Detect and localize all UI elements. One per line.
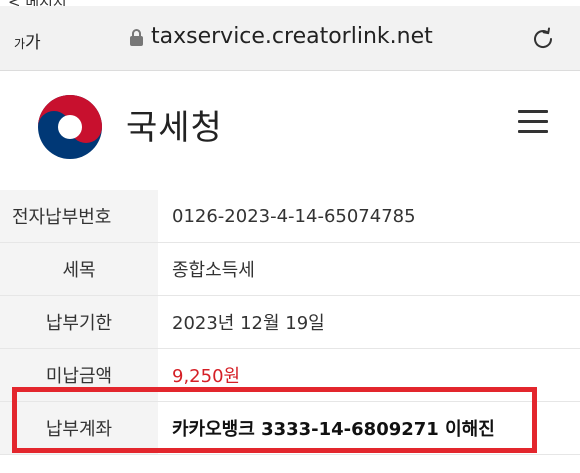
- highlight-box: [12, 387, 537, 453]
- url-field[interactable]: taxservice.creatorlink.net: [130, 24, 433, 49]
- site-header: 국세청: [0, 72, 580, 182]
- taegeuk-logo[interactable]: [36, 93, 104, 161]
- text-size-small: 가: [14, 37, 26, 51]
- browser-address-bar: 가가 taxservice.creatorlink.net: [0, 6, 580, 71]
- hamburger-menu-icon[interactable]: [518, 110, 548, 134]
- url-text: taxservice.creatorlink.net: [151, 24, 433, 49]
- row-value: 0126-2023-4-14-65074785: [172, 205, 416, 227]
- table-row: 전자납부번호 0126-2023-4-14-65074785: [0, 190, 580, 243]
- table-row: 납부기한 2023년 12월 19일: [0, 296, 580, 349]
- text-size-large: 가: [25, 33, 41, 53]
- org-name[interactable]: 국세청: [126, 100, 223, 149]
- table-row: 세목 종합소득세: [0, 243, 580, 296]
- lock-icon: [130, 28, 143, 46]
- text-size-button[interactable]: 가가: [14, 28, 41, 53]
- row-label: 전자납부번호: [0, 190, 158, 242]
- reload-icon[interactable]: [530, 26, 556, 52]
- row-label: 납부기한: [0, 296, 158, 348]
- row-label: 세목: [0, 243, 158, 295]
- row-value: 2023년 12월 19일: [172, 313, 325, 334]
- row-value: 종합소득세: [172, 260, 255, 281]
